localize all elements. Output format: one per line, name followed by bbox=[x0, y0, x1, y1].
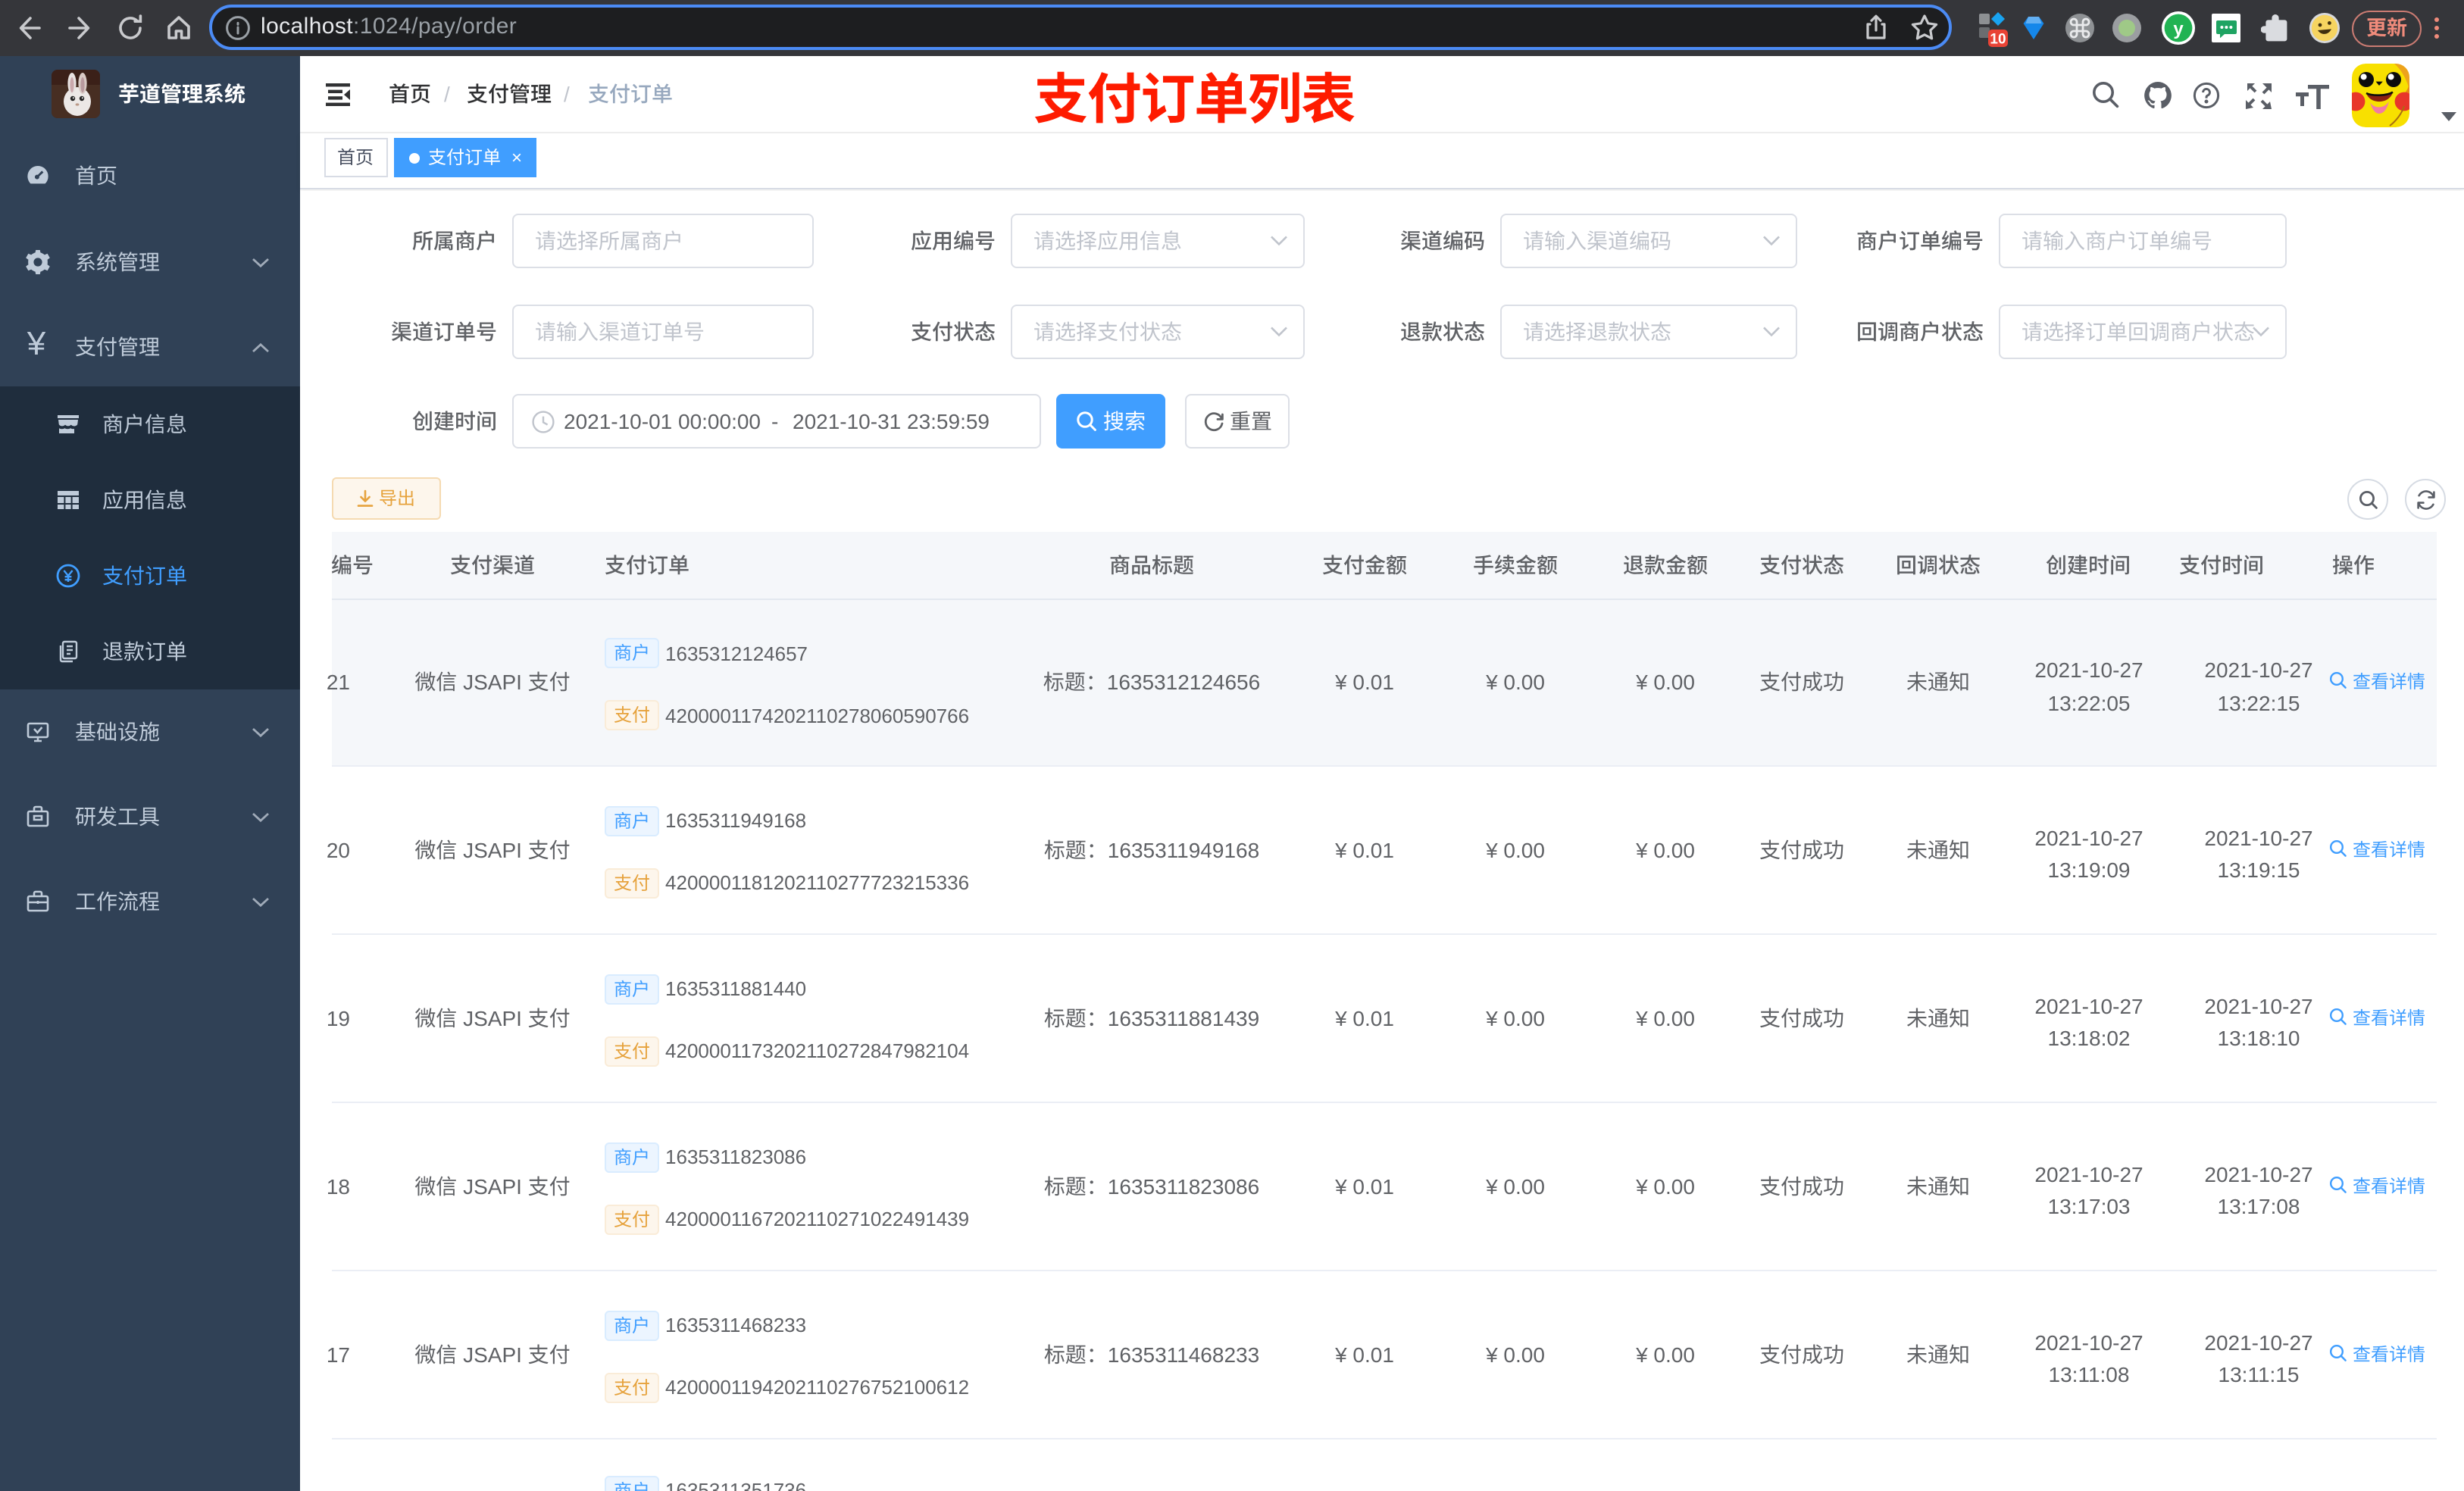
svg-text:y: y bbox=[2173, 19, 2184, 39]
svg-text:10: 10 bbox=[1990, 31, 2006, 47]
